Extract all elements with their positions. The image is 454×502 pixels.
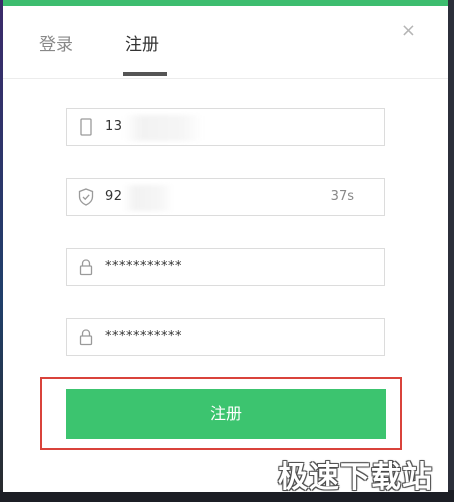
confirm-password-value: *********** [105, 329, 182, 344]
phone-input[interactable]: 13 [66, 108, 385, 146]
resend-countdown: 37s [330, 189, 354, 204]
watermark-text: 极速下载站 [278, 460, 433, 495]
close-icon[interactable]: × [401, 22, 416, 40]
register-dialog: 登录 注册 × 13 92 37s *********** **********… [3, 0, 448, 492]
phone-icon [80, 118, 92, 136]
register-submit-button[interactable]: 注册 [66, 389, 386, 439]
tab-register[interactable]: 注册 [125, 30, 159, 55]
background-app-right-edge [448, 0, 454, 502]
code-redaction [123, 185, 173, 211]
shield-icon [78, 188, 94, 206]
verification-code-value: 92 [105, 189, 123, 204]
active-tab-underline [123, 72, 167, 76]
verification-code-input[interactable]: 92 37s [66, 178, 385, 216]
password-input[interactable]: *********** [66, 248, 385, 286]
lock-icon [79, 259, 93, 276]
lock-icon [79, 329, 93, 346]
dialog-tabs: 登录 注册 [3, 6, 448, 79]
tab-login[interactable]: 登录 [39, 30, 73, 55]
password-value: *********** [105, 259, 182, 274]
phone-redaction [123, 115, 203, 141]
confirm-password-input[interactable]: *********** [66, 318, 385, 356]
phone-value: 13 [105, 119, 123, 134]
